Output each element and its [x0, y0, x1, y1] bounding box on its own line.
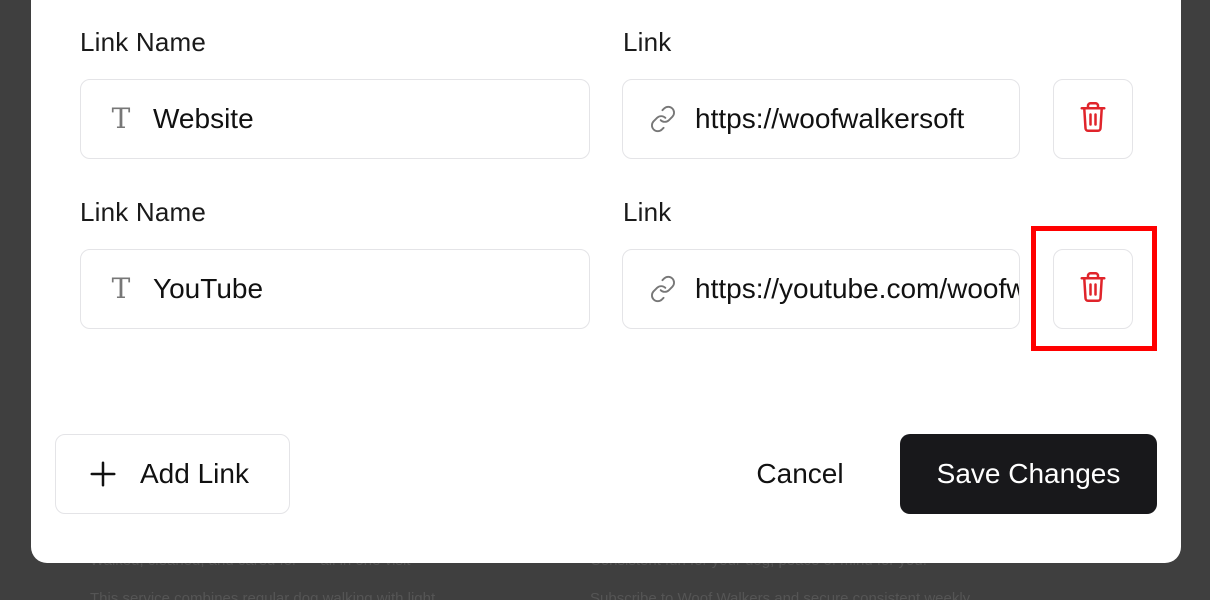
link-url-field[interactable]: https://youtube.com/woofwalkers — [622, 249, 1020, 329]
link-label: Link — [623, 197, 672, 227]
link-name-value: Website — [153, 103, 254, 134]
background-text-left-2: This service combines regular dog walkin… — [90, 590, 436, 600]
text-type-icon: T — [111, 272, 131, 305]
link-label: Link — [623, 27, 672, 57]
link-name-label: Link Name — [80, 197, 207, 227]
add-link-label: Add Link — [140, 458, 249, 489]
link-name-field[interactable]: T Website — [80, 79, 590, 159]
link-icon — [649, 105, 677, 133]
trash-icon — [1078, 270, 1108, 309]
add-link-button[interactable]: Add Link — [55, 434, 290, 514]
link-url-value: https://youtube.com/woofwalkers — [695, 273, 1019, 304]
text-type-icon: T — [111, 102, 131, 135]
link-url-field[interactable]: https://woofwalkersoft — [622, 79, 1020, 159]
cancel-button[interactable]: Cancel — [730, 434, 870, 514]
save-changes-button[interactable]: Save Changes — [900, 434, 1157, 514]
background-text-right-2: Subscribe to Woof Walkers and secure con… — [590, 590, 971, 600]
plus-icon — [90, 461, 116, 487]
link-name-label: Link Name — [80, 27, 207, 57]
delete-link-button[interactable] — [1053, 249, 1133, 329]
link-icon — [649, 275, 677, 303]
trash-icon — [1078, 100, 1108, 139]
link-url-value: https://woofwalkersoft — [695, 103, 965, 134]
link-name-field[interactable]: T YouTube — [80, 249, 590, 329]
link-name-value: YouTube — [153, 273, 264, 304]
delete-link-button[interactable] — [1053, 79, 1133, 159]
